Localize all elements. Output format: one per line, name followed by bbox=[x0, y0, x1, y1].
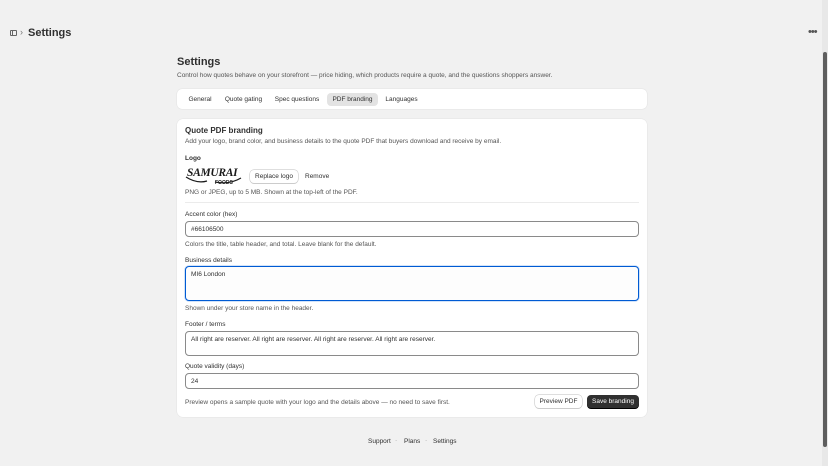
tab-pdf-branding[interactable]: PDF branding bbox=[327, 93, 378, 106]
replace-logo-button[interactable]: Replace logo bbox=[250, 170, 298, 183]
footer-link-plans[interactable]: Plans bbox=[404, 438, 420, 445]
scrollbar-thumb[interactable] bbox=[823, 52, 827, 447]
top-bar-title: Settings bbox=[28, 27, 72, 39]
footer-separator: · bbox=[395, 437, 398, 444]
remove-logo-button[interactable]: Remove bbox=[305, 173, 329, 180]
page-title: Settings bbox=[177, 56, 221, 68]
settings-tabs: General Quote gating Spec questions PDF … bbox=[177, 89, 647, 109]
preview-pdf-button[interactable]: Preview PDF bbox=[535, 395, 582, 408]
sidebar-toggle-icon[interactable] bbox=[10, 30, 17, 36]
accent-color-input[interactable]: #66106500 bbox=[185, 221, 639, 237]
footer-terms-textarea[interactable]: All right are reserver. All right are re… bbox=[185, 331, 639, 356]
chevron-right-icon: › bbox=[20, 27, 23, 37]
section-description: Add your logo, brand color, and business… bbox=[185, 138, 502, 145]
preview-note: Preview opens a sample quote with your l… bbox=[185, 399, 450, 406]
accent-color-label: Accent color (hex) bbox=[185, 211, 238, 218]
tab-quote-gating[interactable]: Quote gating bbox=[220, 93, 267, 106]
top-bar: › Settings ••• bbox=[0, 0, 822, 66]
tab-spec-questions[interactable]: Spec questions bbox=[270, 93, 324, 106]
section-title: Quote PDF branding bbox=[185, 126, 263, 135]
logo-help-text: PNG or JPEG, up to 5 MB. Shown at the to… bbox=[185, 189, 358, 196]
logo-brand-sub: FOODS bbox=[215, 180, 233, 186]
logo-brand-main: SAMURAI bbox=[187, 167, 238, 179]
tab-languages[interactable]: Languages bbox=[381, 93, 422, 106]
samurai-logo-icon: SAMURAI FOODS bbox=[185, 167, 242, 186]
more-actions-icon[interactable]: ••• bbox=[808, 26, 818, 38]
quote-validity-label: Quote validity (days) bbox=[185, 363, 245, 370]
pdf-branding-card: Quote PDF branding Add your logo, brand … bbox=[177, 119, 647, 417]
business-details-help: Shown under your store name in the heade… bbox=[185, 305, 314, 312]
accent-color-help: Colors the title, table header, and tota… bbox=[185, 241, 377, 248]
logo-label: Logo bbox=[185, 155, 201, 162]
divider bbox=[185, 202, 639, 203]
tab-general[interactable]: General bbox=[183, 93, 217, 106]
footer-link-settings[interactable]: Settings bbox=[433, 438, 457, 445]
page-subtitle: Control how quotes behave on your storef… bbox=[177, 72, 553, 79]
footer-terms-label: Footer / terms bbox=[185, 321, 226, 328]
save-branding-button[interactable]: Save branding bbox=[587, 395, 639, 408]
logo-preview-image: SAMURAI FOODS bbox=[185, 164, 243, 186]
business-details-label: Business details bbox=[185, 257, 232, 264]
footer-link-support[interactable]: Support bbox=[368, 438, 391, 445]
scrollbar[interactable] bbox=[822, 0, 828, 466]
quote-validity-input[interactable]: 24 bbox=[185, 373, 639, 389]
footer-separator: · bbox=[425, 437, 428, 444]
business-details-textarea[interactable]: MI6 London bbox=[185, 266, 639, 301]
